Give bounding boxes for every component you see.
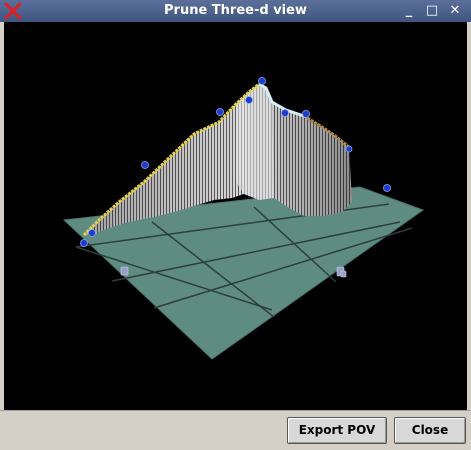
three-d-viewport[interactable] [4,22,467,410]
minimize-button[interactable]: _ [401,3,417,19]
title-bar[interactable]: Prune Three-d view _ □ ✕ [0,0,471,22]
window-close-button[interactable]: ✕ [447,3,463,19]
terrain-3d-render [62,77,425,360]
close-button[interactable]: Close [394,417,466,444]
button-bar: Export POV Close [0,410,471,450]
prune-window: Prune Three-d view _ □ ✕ Export POV Clos… [0,0,471,450]
export-pov-button[interactable]: Export POV [287,417,387,444]
maximize-button[interactable]: □ [424,3,440,19]
